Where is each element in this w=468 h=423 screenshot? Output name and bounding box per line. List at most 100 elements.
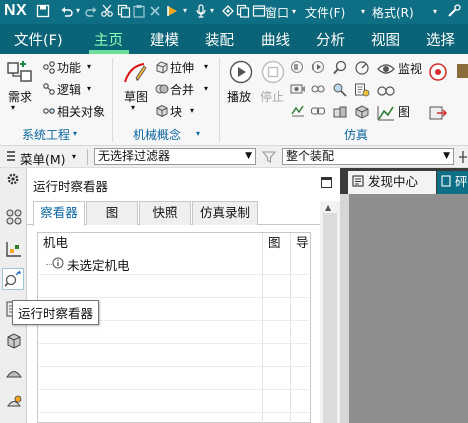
constraint-navigator-icon[interactable] [5, 240, 23, 258]
sim-options-icon[interactable] [290, 104, 306, 118]
tab-graph[interactable]: 图 [86, 201, 138, 225]
save-icon[interactable] [36, 4, 50, 18]
undo-icon[interactable] [60, 4, 74, 18]
link-icon[interactable] [310, 104, 326, 118]
tab-analysis[interactable]: 分析 [316, 29, 345, 50]
assembly-navigator-icon[interactable] [5, 208, 23, 226]
runtime-viewer-panel: 运行时察看器 察看器 图 快照 仿真录制 机电 图 导 未选定机电 ▲ [27, 168, 340, 423]
more-icon[interactable] [457, 62, 468, 82]
snap-point-icon[interactable] [458, 150, 468, 164]
column-header-export[interactable]: 导 [296, 233, 309, 252]
system-engineering-group-dropdown-icon[interactable]: ▾ [73, 129, 77, 138]
redo-icon[interactable] [84, 4, 98, 18]
menu-button[interactable]: 菜单(M) [20, 149, 66, 168]
function-button[interactable]: 功能 [57, 59, 81, 76]
cut-icon[interactable] [100, 4, 114, 18]
play-button[interactable]: 播放 [227, 88, 251, 105]
menu-file-dropdown-icon[interactable]: ▾ [361, 7, 365, 16]
undo-dropdown-icon[interactable]: ▾ [74, 4, 82, 18]
unite-button[interactable]: 合并 [170, 81, 194, 98]
column-header-graph[interactable]: 图 [268, 233, 281, 252]
sensor-icon[interactable] [332, 104, 348, 120]
tab-model[interactable]: 砰 [437, 171, 468, 194]
logic-dropdown-icon[interactable]: ▾ [87, 84, 91, 93]
model-tab-icon [441, 172, 451, 187]
stop-icon [261, 60, 285, 84]
column-header-mechatronics[interactable]: 机电 [43, 233, 68, 252]
measure-icon[interactable] [354, 60, 370, 76]
tab-discovery-center[interactable]: 发现中心 [348, 171, 436, 194]
delete-icon[interactable] [148, 4, 162, 18]
sketch-button[interactable]: 草图 [124, 88, 148, 105]
export-icon[interactable] [428, 104, 448, 122]
tab-viewer[interactable]: 察看器 [33, 201, 85, 226]
function-icon [42, 60, 56, 74]
tab-file[interactable]: 文件(F) [14, 29, 63, 50]
window-copy-icon[interactable] [236, 4, 250, 18]
sketch-dropdown-icon[interactable]: ▾ [131, 103, 135, 112]
mic-dropdown-icon[interactable]: ▾ [208, 4, 216, 18]
inspect-icon[interactable] [354, 82, 370, 98]
menu-format-dropdown-icon[interactable]: ▾ [433, 7, 437, 16]
copy-icon[interactable] [117, 4, 131, 18]
touch-mode-icon[interactable] [221, 4, 235, 18]
signal-icon[interactable] [376, 82, 396, 100]
mechanical-concept-group-dropdown-icon[interactable]: ▾ [196, 129, 200, 138]
graphics-area-border [340, 194, 349, 423]
menu-file[interactable]: 文件(F) [305, 4, 345, 21]
tab-view[interactable]: 视图 [371, 29, 400, 50]
stop-button[interactable]: 停止 [260, 88, 284, 105]
selection-filter-dropdown[interactable]: 无选择过滤器 ▼ [94, 148, 256, 165]
filter-funnel-icon[interactable] [261, 150, 277, 164]
unite-dropdown-icon[interactable]: ▾ [204, 84, 208, 93]
block-button[interactable]: 块 [170, 103, 182, 120]
extrude-button[interactable]: 拉伸 [170, 59, 194, 76]
menu-window[interactable]: 窗口 [265, 4, 289, 21]
paste-icon[interactable] [132, 4, 146, 18]
requirements-dropdown-icon[interactable]: ▾ [11, 103, 15, 112]
step-forward-icon[interactable] [310, 60, 326, 74]
menu-dropdown-icon[interactable]: ▾ [72, 152, 76, 161]
probe-icon[interactable] [332, 82, 348, 98]
tab-curve[interactable]: 曲线 [261, 29, 290, 50]
selection-scope-dropdown[interactable]: 整个装配 ▼ [282, 148, 454, 165]
monitor-button[interactable]: 监视 [398, 60, 422, 77]
block-dropdown-icon[interactable]: ▾ [190, 106, 194, 115]
graph-button[interactable]: 图 [398, 103, 410, 120]
snapshot-icon[interactable] [290, 82, 306, 96]
roles-icon[interactable] [5, 364, 23, 382]
selection-scope-value: 整个装配 [286, 149, 335, 163]
tab-assembly[interactable]: 装配 [205, 29, 234, 50]
panel-scrollbar[interactable]: ▲ [320, 201, 340, 423]
tab-home[interactable]: 主页 [94, 29, 123, 50]
component-icon[interactable] [354, 104, 370, 120]
related-objects-button[interactable]: 相关对象 [57, 103, 105, 120]
zoom-icon[interactable] [332, 60, 348, 76]
tab-snapshot[interactable]: 快照 [139, 201, 191, 225]
help-icon[interactable] [428, 62, 448, 82]
tab-modeling[interactable]: 建模 [150, 29, 179, 50]
logic-button[interactable]: 逻辑 [57, 81, 81, 98]
ribbon-panel: 需求 ▾ 功能 ▾ 逻辑 ▾ 相关对象 系统工程 ▾ 草图 ▾ 拉伸 ▾ 合并 … [0, 54, 468, 146]
runtime-viewer-icon[interactable] [2, 268, 24, 290]
reuse-library-icon[interactable] [5, 332, 23, 350]
scroll-up-icon[interactable]: ▲ [325, 203, 331, 212]
history-icon[interactable] [5, 394, 23, 412]
extrude-dropdown-icon[interactable]: ▾ [204, 62, 208, 71]
repeat-command-icon[interactable] [166, 4, 180, 18]
step-back-icon[interactable] [290, 60, 306, 74]
maximize-icon[interactable] [321, 177, 332, 188]
gear-icon[interactable] [6, 172, 20, 186]
repeat-dropdown-icon[interactable]: ▾ [181, 4, 189, 18]
tools-icon[interactable] [447, 4, 461, 18]
function-dropdown-icon[interactable]: ▾ [87, 62, 91, 71]
menu-format[interactable]: 格式(R) [372, 4, 414, 21]
chevron-down-icon: ▼ [245, 151, 252, 161]
microphone-icon[interactable] [194, 4, 208, 18]
table-row[interactable]: 未选定机电 [38, 252, 312, 275]
tab-select[interactable]: 选择 [426, 29, 455, 50]
scrollbar-thumb[interactable] [323, 213, 337, 423]
record-icon[interactable] [310, 82, 326, 96]
tab-sim-recording[interactable]: 仿真录制 [192, 201, 258, 225]
menu-window-dropdown-icon[interactable]: ▾ [292, 7, 296, 16]
